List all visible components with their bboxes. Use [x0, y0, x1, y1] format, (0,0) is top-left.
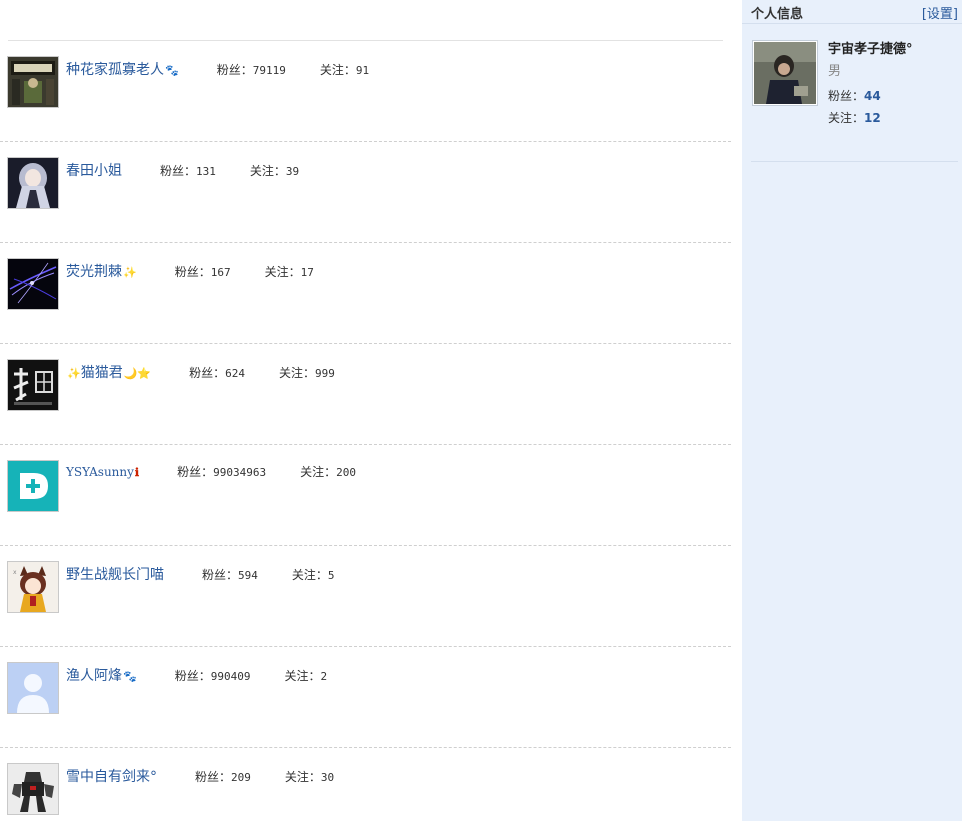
username-link[interactable]: 猫猫君	[81, 362, 123, 382]
my-follow-stat[interactable]: 关注：12	[828, 109, 881, 126]
follow-count: 91	[355, 64, 370, 77]
fans-label: 粉丝：	[216, 63, 253, 77]
my-fans-label: 粉丝：	[828, 89, 865, 103]
profile-sidebar: 个人信息 [设置] 宇宙孝子捷德° 男 粉丝：44 关注：12	[742, 0, 962, 821]
my-follow-label: 关注：	[828, 111, 865, 125]
follow-count: 200	[336, 466, 356, 479]
follow-label: 关注：	[264, 265, 301, 279]
follow-label: 关注：	[249, 164, 286, 178]
fans-label: 粉丝：	[177, 465, 214, 479]
mecha-robot-icon[interactable]	[7, 763, 59, 815]
paw-badge-icon: 🐾	[165, 64, 179, 77]
follow-count: 30	[320, 771, 335, 784]
anime-catgirl-icon[interactable]: x	[7, 561, 59, 613]
sidebar-divider	[751, 161, 958, 162]
my-fans-count[interactable]: 44	[864, 89, 881, 103]
fans-count: 167	[210, 266, 231, 279]
follow-count: 2	[320, 670, 328, 683]
info-badge-icon: ℹ	[134, 466, 140, 479]
svg-text:x: x	[13, 569, 17, 576]
sparkle-badge-icon: ✨	[123, 266, 137, 279]
list-item: 渔人阿烽 🐾 粉丝： 990409 关注： 2	[0, 647, 731, 748]
fans-label: 粉丝：	[202, 568, 239, 582]
follow-count: 999	[315, 367, 335, 380]
list-item: x 野生战舰长门喵 粉丝： 594 关注： 5	[0, 546, 731, 647]
sidebar-title: 个人信息	[751, 7, 804, 22]
fans-count: 209	[231, 771, 251, 784]
username-link[interactable]: YSYAsunny	[66, 465, 134, 479]
follow-label: 关注：	[291, 568, 328, 582]
my-username[interactable]: 宇宙孝子捷德°	[828, 38, 913, 57]
username-link[interactable]: 野生战舰长门喵	[66, 564, 164, 584]
sidebar-header: 个人信息 [设置]	[742, 0, 962, 24]
fans-label: 粉丝：	[174, 669, 211, 683]
paw-badge-icon: 🐾	[123, 670, 137, 683]
fans-count: 990409	[210, 670, 251, 683]
follower-list: 种花家孤寡老人 🐾 粉丝： 79119 关注： 91 春田小姐 粉丝： 131 …	[0, 0, 742, 821]
my-fans-stat[interactable]: 粉丝：44	[828, 87, 881, 104]
follow-label: 关注：	[300, 465, 337, 479]
fans-count: 131	[196, 165, 216, 178]
follow-count: 17	[300, 266, 314, 279]
follow-label: 关注：	[284, 770, 321, 784]
follow-count: 5	[327, 569, 335, 582]
anime-girl-icon[interactable]	[7, 157, 59, 209]
fans-label: 粉丝：	[174, 265, 211, 279]
list-item: 荧光荆棘 ✨ 粉丝： 167 关注： 17	[0, 243, 731, 344]
light-streaks-icon[interactable]	[7, 258, 59, 310]
list-item: 种花家孤寡老人 🐾 粉丝： 79119 关注： 91	[0, 41, 731, 142]
follow-label: 关注：	[279, 366, 316, 380]
username-link[interactable]: 种花家孤寡老人	[66, 59, 164, 79]
list-item: YSYAsunny ℹ 粉丝： 99034963 关注： 200	[0, 445, 731, 546]
fans-label: 粉丝：	[160, 164, 197, 178]
my-follow-count[interactable]: 12	[864, 111, 881, 125]
my-gender: 男	[828, 64, 842, 79]
fans-count: 594	[238, 569, 258, 582]
my-avatar[interactable]	[752, 40, 818, 106]
follow-count: 39	[285, 165, 300, 178]
settings-link[interactable]: [设置]	[922, 3, 958, 22]
teal-d-plus-logo-icon[interactable]	[7, 460, 59, 512]
username-link[interactable]: 渔人阿烽	[66, 665, 122, 685]
fans-count: 624	[225, 367, 245, 380]
username-link[interactable]: 春田小姐	[66, 160, 122, 180]
default-person-icon[interactable]	[7, 662, 59, 714]
username-link[interactable]: 雪中自有剑来°	[66, 766, 157, 786]
sparkle-badge-icon: ✨	[67, 367, 81, 380]
username-link[interactable]: 荧光荆棘	[66, 261, 122, 281]
list-item: ✨ 猫猫君 🌙⭐ 粉丝： 624 关注： 999	[0, 344, 731, 445]
follow-label: 关注：	[319, 63, 356, 77]
list-item: 雪中自有剑来° 粉丝： 209 关注： 30	[0, 748, 731, 821]
cat-eye-text-icon[interactable]	[7, 359, 59, 411]
moon-star-badge-icon: 🌙⭐	[123, 367, 152, 380]
fans-label: 粉丝：	[189, 366, 226, 380]
follow-label: 关注：	[284, 669, 321, 683]
list-item: 春田小姐 粉丝： 131 关注： 39	[0, 142, 731, 243]
sign-shop-icon[interactable]	[7, 56, 59, 108]
fans-count: 99034963	[213, 466, 267, 479]
fans-count: 79119	[252, 64, 286, 77]
fans-label: 粉丝：	[195, 770, 232, 784]
